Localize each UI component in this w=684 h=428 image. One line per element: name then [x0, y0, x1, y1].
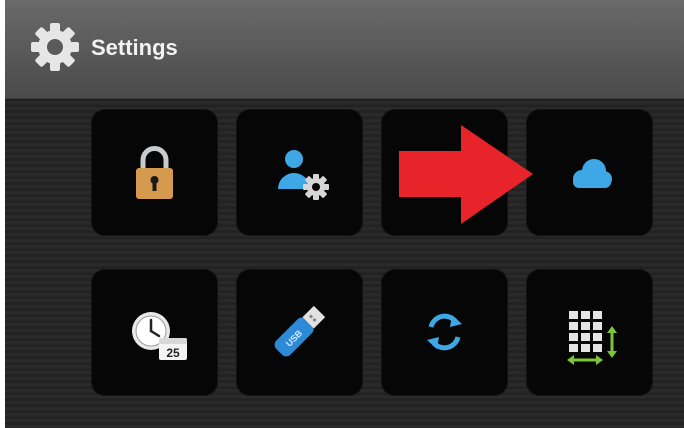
tile-date-time[interactable]: 25 — [91, 269, 218, 396]
page-title: Settings — [91, 35, 178, 60]
tile-user-settings[interactable] — [236, 109, 363, 236]
cloud-icon — [573, 159, 612, 188]
tile-security[interactable] — [91, 109, 218, 236]
tile-display-size[interactable] — [526, 269, 653, 396]
calendar-day-label: 25 — [166, 346, 180, 360]
grid-resize-icon — [567, 311, 617, 365]
red-arrow-icon — [399, 125, 533, 224]
tile-cloud[interactable] — [526, 109, 653, 236]
settings-screen: Settings 25 USB — [5, 0, 684, 428]
usb-drive-icon: USB — [274, 305, 326, 357]
sync-icon — [427, 313, 462, 351]
clock-calendar-icon: 25 — [132, 312, 187, 360]
header-bar: Settings — [5, 0, 684, 99]
padlock-icon — [136, 146, 173, 199]
tile-sync[interactable] — [381, 269, 508, 396]
user-gear-icon — [278, 150, 329, 200]
tile-usb[interactable]: USB — [236, 269, 363, 396]
gear-icon[interactable] — [29, 21, 81, 73]
